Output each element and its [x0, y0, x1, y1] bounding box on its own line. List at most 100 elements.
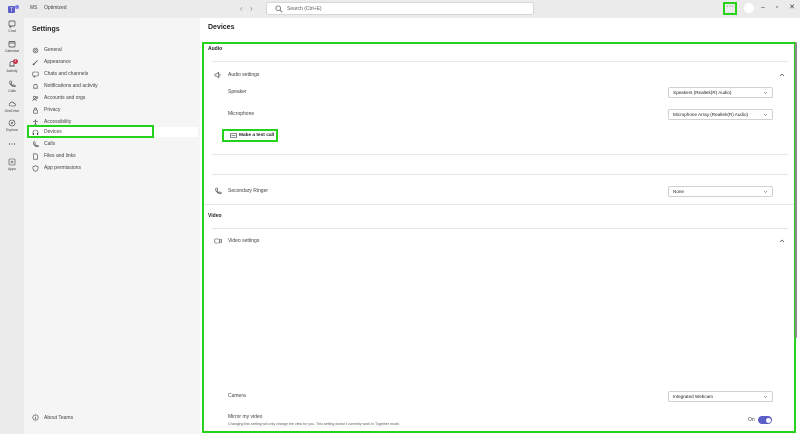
chevron-up-icon[interactable] — [778, 237, 786, 245]
microphone-dropdown[interactable]: Microphone Array (Realtek(R) Audio) — [668, 109, 773, 120]
speaker-dropdown[interactable]: Speakers (Realtek(R) Audio) — [668, 87, 773, 98]
more-options-button[interactable]: ··· — [723, 2, 737, 15]
chevron-down-icon — [763, 91, 768, 94]
divider — [212, 174, 788, 175]
chat-icon — [8, 20, 16, 28]
close-button[interactable]: ✕ — [785, 3, 799, 13]
file-icon — [33, 153, 38, 160]
settings-sidebar: Settings General Appearance Chats and ch… — [24, 18, 200, 434]
activity-badge: 1 — [13, 59, 18, 64]
secondary-ringer-label: Secondary Ringer — [228, 188, 269, 194]
search-input[interactable]: Search (Ctrl+E) — [266, 2, 534, 15]
devices-highlight-box — [27, 125, 154, 138]
about-label: About Teams — [44, 415, 74, 421]
camera-dropdown[interactable]: Integrated Webcam — [668, 391, 773, 402]
mirror-video-toggle[interactable] — [758, 416, 772, 424]
chevron-down-icon — [763, 395, 768, 398]
video-settings-label: Video settings — [228, 238, 260, 244]
divider — [212, 228, 788, 229]
video-heading: Video — [208, 213, 222, 219]
more-icon — [8, 143, 16, 145]
avatar[interactable] — [744, 3, 754, 13]
chevron-up-icon[interactable] — [778, 71, 786, 79]
sidebar-item-label: Appearance — [44, 59, 71, 65]
maximize-button[interactable]: ▫ — [770, 3, 784, 13]
settings-title: Settings — [32, 26, 60, 33]
rail-label: Apps — [8, 167, 16, 171]
rail-item-more[interactable] — [0, 142, 24, 146]
rail-label: OneDrive — [4, 109, 20, 113]
sidebar-item-appearance[interactable]: Appearance — [28, 57, 198, 67]
microphone-label: Microphone — [228, 111, 255, 117]
rail-item-chat[interactable]: Chat — [0, 20, 24, 33]
speaker-label: Speaker — [228, 89, 247, 95]
sidebar-item-chats[interactable]: Chats and channels — [28, 69, 198, 79]
back-button[interactable]: ‹ — [240, 4, 243, 14]
gear-icon — [32, 47, 39, 54]
sidebar-item-label: Privacy — [44, 107, 61, 113]
people-icon — [32, 95, 39, 102]
phone-icon — [215, 187, 222, 194]
sidebar-item-label: Files and links — [44, 153, 76, 159]
devices-panel: Devices Audio Audio settings Speaker Spe… — [200, 18, 800, 434]
mirror-toggle-state: On — [748, 417, 755, 423]
sidebar-item-notifications[interactable]: Notifications and activity — [28, 81, 198, 91]
test-call-icon — [230, 133, 237, 138]
rail-label: Chat — [8, 29, 16, 33]
rail-label: Calendar — [4, 49, 20, 53]
calendar-icon — [8, 41, 16, 48]
svg-text:T: T — [10, 8, 13, 14]
title-bar: T MS Optimized ‹ › Search (Ctrl+E) ··· –… — [0, 0, 800, 18]
make-test-call-button[interactable]: Make a test call — [230, 132, 274, 139]
rail-item-activity[interactable]: 1 Activity — [0, 59, 24, 73]
sidebar-item-general[interactable]: General — [28, 45, 198, 55]
mirror-video-label: Mirror my video — [228, 414, 263, 420]
mirror-video-description: Changing this setting will only change t… — [228, 422, 400, 426]
lock-icon — [33, 107, 38, 114]
speaker-settings-icon — [214, 71, 221, 79]
sidebar-item-privacy[interactable]: Privacy — [28, 105, 198, 115]
test-call-label: Make a test call — [239, 133, 275, 138]
sidebar-item-label: Chats and channels — [44, 71, 89, 77]
scrollbar-thumb[interactable] — [795, 42, 797, 338]
rail-item-calls[interactable]: Calls — [0, 80, 24, 93]
camera-value: Integrated Webcam — [673, 394, 714, 399]
microphone-value: Microphone Array (Realtek(R) Audio) — [673, 112, 749, 117]
rail-item-onedrive[interactable]: OneDrive — [0, 100, 24, 113]
about-teams-link[interactable]: About Teams — [28, 413, 198, 423]
sidebar-item-label: Accounts and orgs — [44, 95, 86, 101]
search-icon — [275, 5, 283, 13]
rail-label: Activity — [6, 69, 18, 73]
divider — [212, 154, 788, 155]
cloud-icon — [8, 101, 16, 107]
compass-icon — [8, 119, 16, 127]
rail-item-explore[interactable]: Explore — [0, 119, 24, 132]
rail-label: Calls — [8, 89, 16, 93]
org-name-label[interactable]: Optimized — [44, 5, 67, 11]
chevron-down-icon — [763, 113, 768, 116]
page-title: Devices — [208, 24, 235, 31]
bell-icon — [33, 84, 38, 89]
secondary-ringer-dropdown[interactable]: None — [668, 186, 773, 197]
sidebar-item-label: General — [44, 47, 62, 53]
audio-settings-label: Audio settings — [228, 72, 260, 78]
org-short-label: MS — [30, 5, 38, 11]
sidebar-item-files[interactable]: Files and links — [28, 151, 198, 161]
sidebar-item-calls[interactable]: Calls — [28, 139, 198, 149]
forward-button[interactable]: › — [250, 4, 253, 14]
rail-item-apps[interactable]: Apps — [0, 158, 24, 171]
minimize-button[interactable]: – — [756, 3, 770, 13]
app-rail: Chat Calendar 1 Activity Calls OneDrive … — [0, 18, 24, 434]
secondary-ringer-value: None — [673, 189, 684, 194]
info-icon — [32, 414, 39, 421]
audio-heading: Audio — [208, 46, 223, 52]
sidebar-item-label: Notifications and activity — [44, 83, 98, 89]
phone-icon — [33, 141, 39, 148]
sidebar-item-accounts[interactable]: Accounts and orgs — [28, 93, 198, 103]
chat-bubble-icon — [32, 71, 39, 78]
speaker-value: Speakers (Realtek(R) Audio) — [673, 90, 732, 95]
rail-item-calendar[interactable]: Calendar — [0, 40, 24, 53]
sidebar-item-app-permissions[interactable]: App permissions — [28, 163, 198, 173]
sidebar-item-label: Calls — [44, 141, 56, 147]
shield-icon — [32, 165, 39, 172]
